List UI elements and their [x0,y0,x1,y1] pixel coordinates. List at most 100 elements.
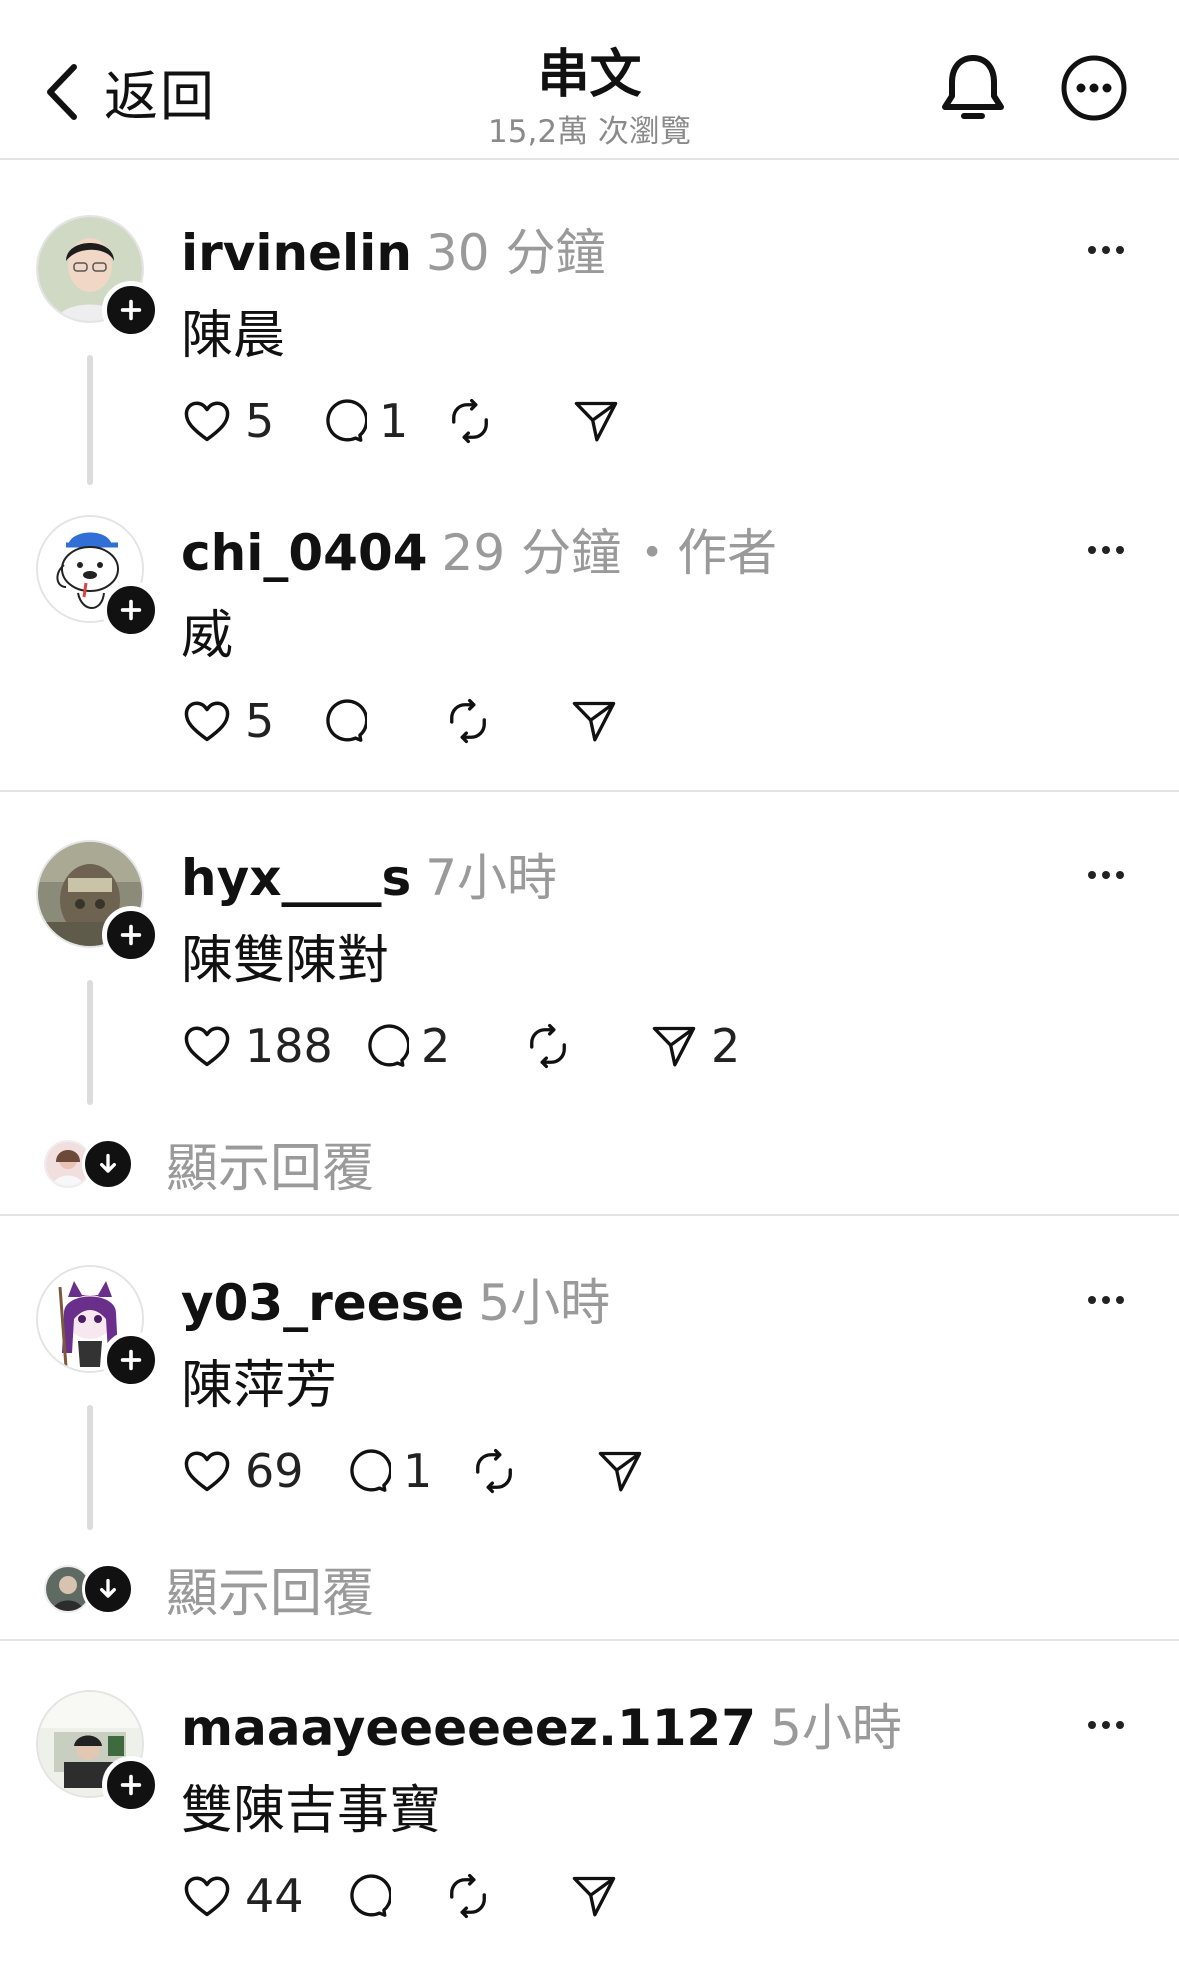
reply-button[interactable]: 1 [341,1444,469,1498]
arrow-down-icon [94,1575,122,1603]
reply-count: 1 [403,1444,433,1498]
repost-button[interactable] [443,695,569,747]
reply-button[interactable]: 2 [359,1019,523,1073]
send-icon [571,396,621,446]
post-menu-button[interactable] [1086,866,1126,885]
post-header: irvinelin 30 分鐘 [181,213,611,285]
timestamp: 29 分鐘 [441,524,622,582]
heart-icon [181,1870,233,1922]
post-menu-button[interactable] [1086,1291,1126,1310]
share-button[interactable] [569,1870,631,1922]
arrow-down-icon [94,1150,122,1178]
timestamp: 5小時 [770,1699,902,1757]
repost-icon [443,696,493,746]
comment-icon [317,396,367,446]
post-text: 陳雙陳對 [181,931,390,991]
action-bar: 188 2 2 [181,1019,741,1073]
thread-line [87,1405,93,1530]
follow-button[interactable] [102,581,160,639]
more-circle-icon [1061,55,1127,121]
timestamp: 7小時 [425,849,558,907]
follow-button[interactable] [102,1331,160,1389]
more-options-button[interactable] [1060,54,1128,126]
plus-icon [117,1771,145,1799]
top-bar: 返回 串文 15,2萬 次瀏覽 [0,0,1179,160]
divider [0,1639,1179,1641]
share-button[interactable] [595,1445,657,1497]
like-count: 69 [245,1444,304,1498]
post-menu-button[interactable] [1086,241,1126,260]
like-button[interactable]: 188 [181,1019,359,1073]
username[interactable]: y03_reese [181,1274,464,1332]
heart-icon [181,695,233,747]
send-icon [595,1446,645,1496]
share-button[interactable] [569,695,631,747]
post-header: hyx____s 7小時 [181,838,571,910]
share-button[interactable] [571,395,633,447]
more-horizontal-icon [1086,1719,1126,1731]
comment-icon [317,696,367,746]
reply-count: 1 [379,394,409,448]
comment-icon [359,1021,409,1071]
username[interactable]: hyx____s [181,849,411,907]
post-menu-button[interactable] [1086,1716,1126,1735]
like-button[interactable]: 69 [181,1444,341,1498]
more-horizontal-icon [1086,1294,1126,1306]
follow-button[interactable] [102,906,160,964]
more-horizontal-icon [1086,869,1126,881]
like-button[interactable]: 5 [181,394,317,448]
repost-button[interactable] [443,1870,569,1922]
avatar[interactable] [36,840,160,964]
heart-icon [181,1445,233,1497]
show-replies-button[interactable]: 顯示回覆 [44,1551,374,1626]
repost-icon [445,396,495,446]
send-icon [569,696,619,746]
avatar[interactable] [36,515,160,639]
like-button[interactable]: 5 [181,694,317,748]
more-horizontal-icon [1086,244,1126,256]
like-button[interactable]: 44 [181,1869,341,1923]
follow-button[interactable] [102,1756,160,1814]
expand-replies [82,1562,134,1615]
notifications-button[interactable] [938,52,1008,130]
post-text: 威 [181,606,234,666]
reply-button[interactable] [317,695,443,747]
post-header: y03_reese 5小時 [181,1263,624,1335]
thread-line [87,355,93,485]
reply-button[interactable]: 1 [317,394,445,448]
avatar[interactable] [36,1265,160,1389]
follow-button[interactable] [102,281,160,339]
post-menu-button[interactable] [1086,541,1126,560]
avatar[interactable] [36,215,160,339]
repost-icon [469,1446,519,1496]
timestamp: 5小時 [478,1274,611,1332]
plus-icon [117,921,145,949]
bell-icon [942,55,1004,119]
show-replies-button[interactable]: 顯示回覆 [44,1126,374,1201]
share-button[interactable]: 2 [649,1019,741,1073]
post-header: maaayeeeeeez.1127 5小時 [181,1688,916,1760]
share-count: 2 [711,1019,741,1073]
heart-icon [181,1020,233,1072]
action-bar: 5 [181,694,631,748]
repost-button[interactable] [523,1020,649,1072]
reply-button[interactable] [341,1870,443,1922]
show-replies-label: 顯示回覆 [166,1139,375,1199]
like-count: 5 [245,394,275,448]
username[interactable]: chi_0404 [181,524,428,582]
username[interactable]: maaayeeeeeez.1127 [181,1699,756,1757]
timestamp: 30 分鐘 [425,224,606,282]
avatar[interactable] [36,1690,160,1814]
post-text: 陳萍芳 [181,1356,338,1416]
comment-icon [341,1446,391,1496]
heart-icon [181,395,233,447]
like-count: 44 [245,1869,304,1923]
divider [0,790,1179,792]
post-header: chi_0404 29 分鐘 ・作者 [181,513,777,585]
repost-button[interactable] [469,1445,595,1497]
repost-button[interactable] [445,395,571,447]
show-replies-label: 顯示回覆 [166,1564,375,1624]
username[interactable]: irvinelin [181,224,412,282]
divider [0,1214,1179,1216]
repost-icon [443,1871,493,1921]
